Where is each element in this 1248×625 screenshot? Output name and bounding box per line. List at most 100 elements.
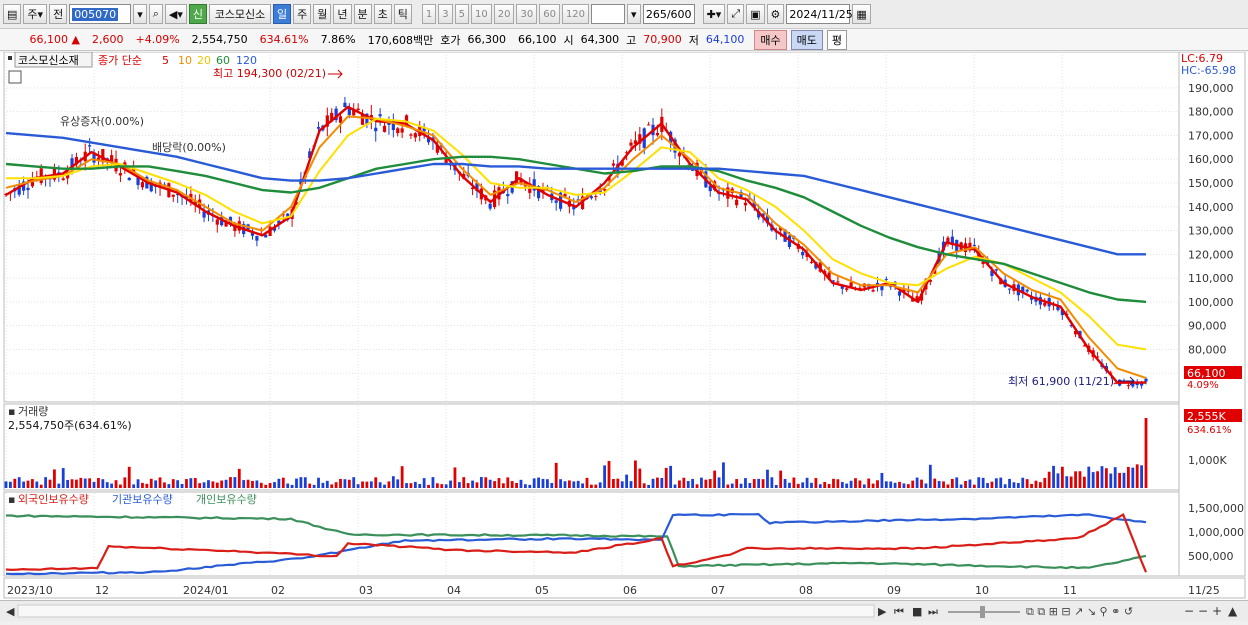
zoom-in-icon[interactable]: + [1212, 604, 1222, 618]
expand-icon[interactable]: ▲ [1228, 604, 1238, 618]
save-icon[interactable]: ▣ [746, 4, 765, 24]
price-change-pct: +4.09% [135, 33, 180, 46]
horizontal-scrollbar[interactable] [17, 604, 875, 618]
volume-bar [1126, 466, 1130, 488]
volume-bar [387, 481, 391, 488]
interval-120[interactable]: 120 [561, 4, 590, 24]
volume-bar [906, 484, 910, 488]
date-axis-label: 11 [1063, 584, 1077, 597]
volume-panel[interactable] [3, 403, 1180, 491]
current-pct-tag: 4.09% [1187, 380, 1219, 391]
volume-bar [585, 477, 589, 488]
volume-bar [105, 482, 109, 488]
volume-bar [616, 478, 620, 488]
panel-menu-icon[interactable] [8, 56, 12, 60]
volume-bar [229, 477, 232, 488]
settings-gear-icon[interactable]: ⚙ [766, 4, 785, 24]
code-dropdown-icon[interactable]: ▾ [133, 4, 147, 24]
zoom-out-icon[interactable]: − [1184, 604, 1194, 618]
interval-10[interactable]: 10 [471, 4, 492, 24]
sell-button[interactable]: 매도 [790, 29, 823, 50]
volume-bar [739, 483, 743, 488]
chart-svg[interactable]: 190,000 180,000 170,000 160,000 150,000 140,0… [0, 52, 1248, 600]
candle-body [1126, 385, 1130, 387]
layout-tools-icon[interactable]: ⧉ ⧉ ⊞ ⊟ ↗ ↘ ⚲ ⚭ ↺ [1026, 605, 1133, 618]
holdings-panel[interactable] [3, 491, 1180, 577]
zoom-reset-icon[interactable]: − [1198, 604, 1208, 618]
period-tab-minute[interactable]: 분 [353, 4, 372, 24]
volume-bar [352, 477, 356, 488]
volume-bar [1038, 482, 1042, 488]
buy-button[interactable]: 매수 [754, 29, 787, 50]
first-page-icon[interactable]: ⏮ [894, 605, 904, 618]
volume-bar [968, 479, 972, 488]
window-menu-icon[interactable]: ▤ [3, 4, 22, 24]
interval-3[interactable]: 3 [438, 4, 453, 24]
volume-bar [207, 480, 210, 488]
volume-bar [893, 482, 897, 488]
volume-menu-icon[interactable]: ▪ [8, 405, 15, 418]
candle-body [378, 114, 382, 117]
volume-bar [686, 481, 690, 488]
grid-toggle-icon[interactable] [8, 70, 22, 84]
stop-icon[interactable]: ■ [912, 605, 922, 618]
holdings-menu-icon[interactable]: ▪ [8, 493, 15, 506]
interval-60[interactable]: 60 [539, 4, 560, 24]
chart-area[interactable]: 190,000 180,000 170,000 160,000 150,000 140,0… [0, 52, 1248, 600]
zoom-slider-handle[interactable] [980, 606, 985, 618]
crosshair-icon[interactable]: ✚▾ [702, 4, 726, 24]
volume-bar [1078, 471, 1082, 488]
date-input[interactable]: 2024/11/25 [786, 4, 853, 24]
interval-dropdown-icon[interactable]: ▾ [627, 4, 641, 24]
volume-bar [471, 480, 474, 488]
price-panel[interactable] [3, 52, 1180, 403]
date-axis-label: 2023/10 [7, 584, 53, 597]
period-tab-tick[interactable]: 틱 [393, 4, 412, 24]
volume-bar [700, 477, 703, 488]
volume-value-line: 2,554,750주(634.61%) [8, 419, 132, 432]
volume-bar [581, 483, 585, 488]
period-tab-week[interactable]: 주 [293, 4, 312, 24]
interval-20[interactable]: 20 [493, 4, 515, 24]
volume-bar [497, 478, 501, 488]
last-page-icon[interactable]: ⏭ [928, 605, 938, 618]
stock-code-input[interactable]: 005070 [69, 4, 132, 24]
drawing-tool-icon[interactable]: ⤢ [727, 4, 745, 24]
search-icon[interactable]: ⌕ [148, 4, 163, 24]
scroll-left-icon[interactable]: ◀ [6, 605, 15, 618]
volume-bar [193, 477, 197, 488]
volume-bar [330, 484, 334, 488]
period-tab-day[interactable]: 일 [273, 4, 292, 24]
period-tab-month[interactable]: 월 [313, 4, 332, 24]
volume-bar [950, 478, 954, 488]
volume-bar [4, 481, 8, 488]
interval-1[interactable]: 1 [421, 4, 437, 24]
volume-bar [880, 472, 884, 488]
calendar-icon[interactable]: ▦ [852, 4, 871, 24]
interval-30[interactable]: 30 [516, 4, 538, 24]
ma-legend-5: 5 [162, 54, 169, 67]
scroll-right-icon[interactable]: ▶ [878, 605, 887, 618]
candle-body [845, 288, 849, 290]
speaker-icon[interactable]: ◀▾ [164, 4, 187, 24]
volume-bar [1060, 466, 1064, 488]
interval-5[interactable]: 5 [454, 4, 469, 24]
volume-bar [48, 479, 52, 488]
bid-label: 호가 [440, 33, 461, 47]
prev-button[interactable]: 전 [49, 4, 68, 24]
volume-bar [977, 477, 981, 488]
period-tab-second[interactable]: 초 [373, 4, 392, 24]
volume-bar [141, 482, 144, 488]
candle-body [871, 290, 875, 292]
candle-body [356, 108, 360, 111]
eval-button[interactable]: 평 [826, 29, 848, 50]
price-axis-label: 180,000 [1188, 106, 1234, 119]
volume-bar [317, 477, 320, 488]
interval-custom-input[interactable] [591, 4, 626, 24]
volume-bar [832, 478, 835, 488]
volume-bar [198, 483, 202, 488]
market-kind-select[interactable]: 주 ▾ [23, 4, 48, 24]
period-tab-year[interactable]: 년 [333, 4, 352, 24]
count-display[interactable]: 265/600 [642, 4, 695, 24]
volume-bar [515, 482, 518, 488]
